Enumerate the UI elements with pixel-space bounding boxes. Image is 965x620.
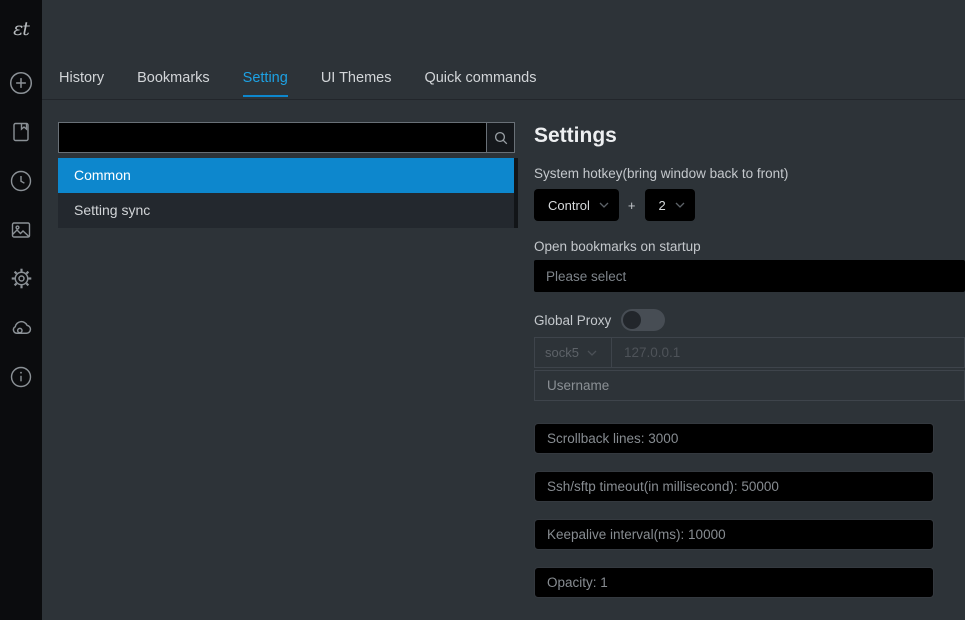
tab-setting[interactable]: Setting [243,70,288,99]
add-session-button[interactable] [0,58,42,107]
sidebar-item-bookmarks[interactable] [0,107,42,156]
bookmarks-startup-select[interactable] [534,260,965,292]
settings-nav-panel: Common Setting sync [42,100,518,620]
hotkey-key-value: 2 [659,198,666,213]
settings-tabbar: History Bookmarks Setting UI Themes Quic… [42,0,965,100]
proxy-host-row: sock5 [534,337,965,368]
chevron-down-icon [587,350,597,356]
tab-ui-themes[interactable]: UI Themes [321,70,392,99]
tab-quick-commands[interactable]: Quick commands [424,70,536,99]
app-window: εt [0,0,965,620]
opacity-input[interactable] [534,567,934,598]
gear-icon [9,266,34,291]
proxy-inputs: sock5 [534,337,965,401]
settings-main: Common Setting sync Settings System hotk… [42,100,965,620]
ssh-sftp-timeout-input[interactable] [534,471,934,502]
proxy-host-input [612,338,964,367]
search-input[interactable] [59,123,486,152]
search-button[interactable] [486,123,514,152]
history-icon [9,169,33,193]
global-proxy-row: Global Proxy [534,309,965,331]
proxy-username-input[interactable] [534,370,965,401]
settings-search [58,122,515,153]
list-item-common[interactable]: Common [58,158,518,193]
proxy-protocol-select: sock5 [535,338,612,367]
proxy-protocol-value: sock5 [545,345,579,360]
chevron-down-icon [599,202,609,208]
numeric-settings [534,423,965,598]
add-icon [8,70,34,96]
info-icon [9,365,33,389]
sidebar-item-sync[interactable] [0,303,42,352]
list-scrollbar[interactable] [514,158,518,228]
settings-section-list: Common Setting sync [58,158,518,228]
cloud-sync-icon [9,315,34,340]
global-proxy-label: Global Proxy [534,313,611,328]
hotkey-label: System hotkey(bring window back to front… [534,166,965,181]
hotkey-modifier-value: Control [548,198,590,213]
bookmarks-startup-label: Open bookmarks on startup [534,239,965,254]
sidebar-item-history[interactable] [0,156,42,205]
hotkey-modifier-select[interactable]: Control [534,189,619,221]
toggle-knob [623,311,641,329]
hotkey-plus: + [628,198,636,213]
search-icon [493,130,509,146]
page-title: Settings [534,124,965,148]
scrollback-lines-input[interactable] [534,423,934,454]
hotkey-key-select[interactable]: 2 [645,189,695,221]
tab-history[interactable]: History [59,70,104,99]
hotkey-row: Control + 2 [534,189,965,221]
sidebar-item-info[interactable] [0,352,42,401]
global-proxy-toggle[interactable] [621,309,665,331]
content-area: History Bookmarks Setting UI Themes Quic… [42,0,965,620]
app-logo: εt [13,0,29,58]
sidebar-item-transfer-images[interactable] [0,205,42,254]
tab-bookmarks[interactable]: Bookmarks [137,70,210,99]
image-icon [9,218,33,242]
icon-rail: εt [0,0,42,620]
list-item-setting-sync[interactable]: Setting sync [58,193,518,228]
chevron-down-icon [675,202,685,208]
keepalive-interval-input[interactable] [534,519,934,550]
settings-form-panel: Settings System hotkey(bring window back… [518,100,965,620]
sidebar-item-settings[interactable] [0,254,42,303]
bookmark-icon [9,120,33,144]
